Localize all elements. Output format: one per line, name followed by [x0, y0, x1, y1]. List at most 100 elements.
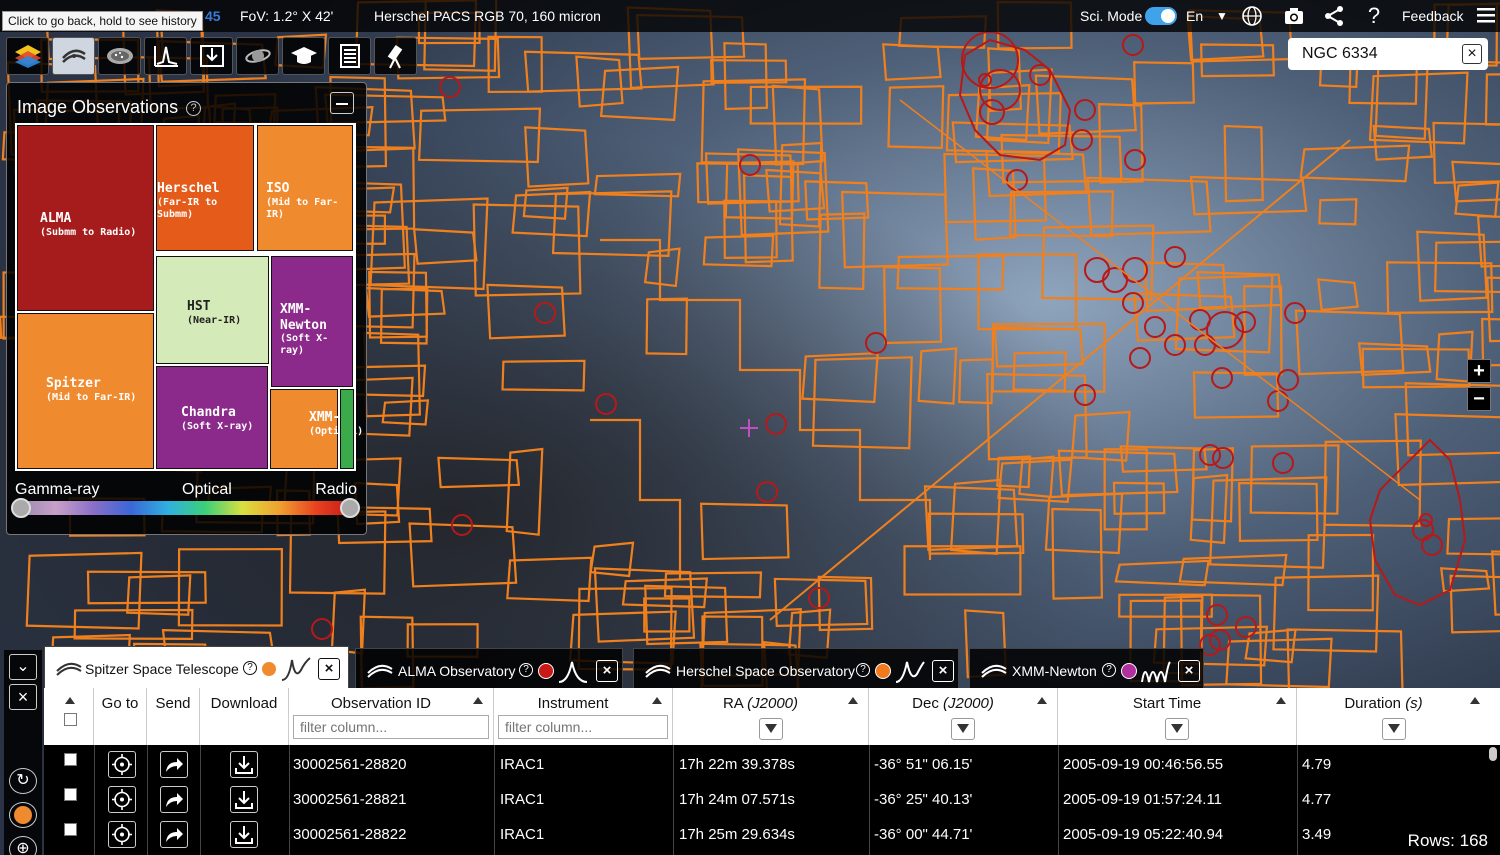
treemap-chandra[interactable]: Chandra (Soft X-ray)	[156, 366, 268, 469]
coordinates-link[interactable]: 45	[205, 8, 221, 24]
range-max-handle[interactable]	[340, 498, 360, 518]
download-icon[interactable]	[230, 786, 258, 813]
send-icon[interactable]	[160, 821, 188, 848]
sort-icon[interactable]	[652, 697, 662, 704]
close-results-button[interactable]: ×	[9, 684, 37, 710]
instrument-filter-input[interactable]	[498, 715, 668, 739]
filter-icon[interactable]	[758, 718, 783, 740]
help-icon[interactable]: ?	[519, 663, 533, 677]
start-time-column[interactable]: Start Time	[1058, 688, 1297, 745]
tab-alma[interactable]: ALMA Observatory ? ×	[355, 648, 623, 688]
sort-icon[interactable]	[473, 697, 483, 704]
help-icon[interactable]: ?	[186, 101, 202, 116]
collapse-results-button[interactable]: ⌄	[9, 654, 37, 680]
goto-target-icon[interactable]	[108, 821, 136, 848]
sort-icon[interactable]	[65, 697, 75, 704]
treemap-alma[interactable]: ALMA (Submm to Radio)	[17, 125, 154, 311]
spectrum-wave-icon[interactable]	[1141, 658, 1171, 684]
filter-icon[interactable]	[951, 718, 975, 740]
planning-button[interactable]	[236, 37, 279, 75]
treemap-herschel[interactable]: Herschel (Far-IR to Submm)	[156, 125, 254, 251]
select-all-checkbox[interactable]	[64, 713, 77, 726]
import-button[interactable]	[190, 37, 233, 75]
help-icon[interactable]: ?	[243, 661, 257, 675]
treemap-xmm-newton[interactable]: XMM-Newton (Soft X-ray)	[271, 256, 353, 387]
color-picker-button[interactable]	[9, 802, 37, 828]
telescope-button[interactable]	[374, 37, 417, 75]
treemap-iso[interactable]: ISO (Mid to Far-IR)	[257, 125, 353, 251]
obsid-filter-input[interactable]	[293, 715, 489, 739]
obsid-column[interactable]: Observation ID	[289, 688, 494, 745]
tab-xmm-newton[interactable]: XMM-Newton ? ×	[969, 648, 1204, 688]
menu-icon[interactable]	[1474, 5, 1498, 27]
color-dot[interactable]	[538, 663, 554, 679]
target-search-input[interactable]: NGC 6334 ×	[1288, 38, 1488, 70]
wavelength-range-slider[interactable]	[19, 501, 354, 515]
row-checkbox[interactable]	[64, 823, 77, 836]
observations-button[interactable]	[52, 37, 95, 75]
spectrum-wave-icon[interactable]	[895, 658, 925, 684]
ra-column[interactable]: RA (J2000)	[673, 688, 869, 745]
feedback-button[interactable]: Feedback	[1402, 8, 1463, 24]
sort-icon[interactable]	[1037, 697, 1047, 704]
goto-target-icon[interactable]	[108, 786, 136, 813]
filter-icon[interactable]	[1165, 718, 1189, 740]
treemap-hst[interactable]: HST (Near-IR)	[156, 256, 269, 364]
sci-mode-toggle[interactable]	[1145, 7, 1177, 25]
download-icon[interactable]	[230, 751, 258, 778]
color-dot[interactable]	[261, 661, 277, 677]
goto-target-icon[interactable]	[108, 751, 136, 778]
help-icon[interactable]: ?	[856, 663, 870, 677]
table-scrollbar[interactable]	[1488, 745, 1498, 855]
color-dot[interactable]	[1121, 663, 1137, 679]
refresh-icon[interactable]: ↻	[9, 768, 37, 794]
sort-icon[interactable]	[1470, 697, 1480, 704]
filter-icon[interactable]	[1381, 718, 1406, 740]
camera-icon[interactable]	[1282, 5, 1306, 27]
duration-column[interactable]: Duration (s)	[1297, 688, 1490, 745]
range-min-handle[interactable]	[11, 498, 31, 518]
share-icon[interactable]	[1322, 5, 1346, 27]
row-checkbox[interactable]	[64, 788, 77, 801]
table-row[interactable]: 30002561-28822 IRAC1 17h 25m 29.634s -36° 0…	[44, 817, 1500, 852]
tab-herschel[interactable]: Herschel Space Observatory ? ×	[633, 648, 959, 688]
publications-button[interactable]	[328, 37, 371, 75]
send-icon[interactable]	[160, 751, 188, 778]
close-tab-button[interactable]: ×	[1178, 660, 1200, 682]
catalogs-button[interactable]	[98, 37, 141, 75]
minimize-panel-button[interactable]	[330, 92, 354, 114]
table-row[interactable]: 30002561-28821 IRAC1 17h 24m 07.571s -36° 2…	[44, 782, 1500, 817]
target-icon[interactable]: ⊕	[9, 836, 37, 855]
sky-layers-button[interactable]	[6, 37, 49, 75]
sort-icon[interactable]	[848, 697, 858, 704]
help-icon[interactable]: ?	[1102, 663, 1116, 677]
spectrum-wave-icon[interactable]	[281, 656, 311, 682]
table-row[interactable]: 30002561-28820 IRAC1 17h 22m 39.378s -36° 5…	[44, 747, 1500, 782]
tab-spitzer[interactable]: Spitzer Space Telescope ? ×	[44, 646, 349, 688]
education-button[interactable]	[282, 37, 325, 75]
zoom-out-button[interactable]: −	[1467, 387, 1491, 411]
close-tab-button[interactable]: ×	[318, 658, 340, 680]
send-icon[interactable]	[160, 786, 188, 813]
close-tab-button[interactable]: ×	[596, 660, 618, 682]
chevron-down-icon[interactable]: ▼	[1210, 9, 1234, 31]
treemap-other[interactable]	[340, 389, 354, 469]
globe-icon[interactable]	[1240, 5, 1264, 27]
download-icon[interactable]	[230, 821, 258, 848]
sort-icon[interactable]	[1276, 697, 1286, 704]
row-checkbox[interactable]	[64, 753, 77, 766]
mission-wavelength-range: (Soft X-ray)	[280, 333, 329, 357]
treemap-xmm-om[interactable]: XMM-OM (Optical)	[270, 389, 363, 469]
language-select[interactable]: En	[1186, 8, 1203, 24]
color-dot[interactable]	[875, 663, 891, 679]
instrument-column[interactable]: Instrument	[494, 688, 673, 745]
close-tab-button[interactable]: ×	[932, 660, 954, 682]
dec-column[interactable]: Dec (J2000)	[869, 688, 1058, 745]
treemap-spitzer[interactable]: Spitzer (Mid to Far-IR)	[17, 313, 154, 469]
spectrum-wave-icon[interactable]	[558, 658, 588, 684]
help-icon[interactable]: ?	[1362, 3, 1386, 28]
zoom-in-button[interactable]: +	[1467, 359, 1491, 383]
clear-search-button[interactable]: ×	[1462, 44, 1482, 64]
spectra-button[interactable]	[144, 37, 187, 75]
hips-name[interactable]: Herschel PACS RGB 70, 160 micron	[374, 8, 601, 24]
